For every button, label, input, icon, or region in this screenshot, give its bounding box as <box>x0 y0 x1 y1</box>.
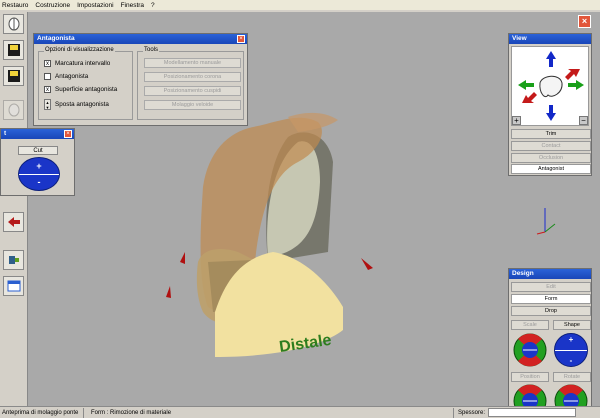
option-antagonista[interactable]: Antagonista <box>44 73 88 80</box>
zoom-in-button[interactable]: + <box>512 116 521 125</box>
position-dial[interactable] <box>513 384 547 408</box>
tooth-disabled-button[interactable] <box>3 100 24 120</box>
options-legend: Opzioni di visualizzazione <box>44 47 115 53</box>
contact-button[interactable]: Contact <box>511 141 591 151</box>
menu-help[interactable]: ? <box>151 2 155 9</box>
spin-control[interactable]: ▲ ▼ <box>44 99 51 110</box>
save-button[interactable] <box>3 66 24 86</box>
edit-button[interactable]: Edit <box>511 282 591 292</box>
antagonista-panel: Antagonista × Opzioni di visualizzazione… <box>33 33 248 126</box>
antagonista-close-button[interactable]: × <box>237 35 245 43</box>
design-panel-title: Design <box>509 269 591 279</box>
arrow-right-icon <box>568 80 584 90</box>
arrow-left-icon <box>7 217 20 227</box>
design-panel: Design Edit Form Drop Scale Shape + - Po… <box>508 268 592 408</box>
scanner-icon <box>8 256 19 264</box>
antagonista-title: Antagonista <box>34 34 247 44</box>
orientation-arrows <box>518 51 584 121</box>
trim-button[interactable]: Trim <box>511 129 591 139</box>
rotate-dial[interactable] <box>554 384 588 408</box>
shape-label: Shape <box>553 320 591 330</box>
option-superficie[interactable]: x Superficie antagonista <box>44 86 117 93</box>
tooth-icon <box>8 17 19 31</box>
move-antagonista[interactable]: ▲ ▼ Sposta antagonista <box>44 99 109 110</box>
tooth-view-icon <box>539 75 563 98</box>
menu-impostazioni[interactable]: Impostazioni <box>77 2 114 9</box>
scale-dial[interactable] <box>513 333 547 367</box>
drop-button[interactable]: Drop <box>511 306 591 316</box>
option-label: Antagonista <box>55 73 89 80</box>
antagonist-button[interactable]: Antagonist <box>511 164 591 174</box>
main-close-button[interactable]: × <box>578 15 591 28</box>
arrow-left-icon <box>518 80 534 90</box>
axis-indicator <box>536 208 556 235</box>
view-panel: View + − Trim Contact Occlusion Antagoni… <box>508 33 592 176</box>
position-label: Position <box>511 372 549 382</box>
cut-close-button[interactable]: × <box>64 130 72 138</box>
tool-molaggio[interactable]: Molaggio veloide <box>144 100 241 110</box>
option-marcatura[interactable]: x Marcatura intervallo <box>44 60 110 67</box>
status-bar: Anteprima di molaggio ponte Form : Rimoz… <box>0 406 600 418</box>
cut-plus[interactable]: + <box>19 161 59 171</box>
arrow-down-icon <box>546 105 556 121</box>
cut-dial[interactable]: + - <box>18 157 60 191</box>
menu-bar: Restauro Costruzione Impostazioni Finest… <box>0 0 600 10</box>
back-button[interactable] <box>3 212 24 232</box>
cut-panel: t × Cut + - <box>0 128 75 196</box>
scan-tool-button[interactable] <box>3 250 24 270</box>
floppy-tooth-icon <box>7 44 20 56</box>
tool-modellamento[interactable]: Modellamento manuale <box>144 58 241 68</box>
status-left: Anteprima di molaggio ponte <box>0 407 84 418</box>
window-icon <box>7 280 20 292</box>
options-group: Opzioni di visualizzazione x Marcatura i… <box>38 47 133 120</box>
tooth-tool-button[interactable] <box>3 14 24 34</box>
export-tool-button[interactable] <box>3 276 24 296</box>
arrow-diag-right-icon <box>565 69 580 80</box>
move-label: Sposta antagonista <box>55 101 109 108</box>
cut-minus[interactable]: - <box>19 177 59 187</box>
shape-minus[interactable]: - <box>555 356 587 365</box>
view-orientation-widget[interactable] <box>511 46 589 126</box>
occlusion-button[interactable]: Occlusion <box>511 153 591 163</box>
view-panel-title: View <box>509 34 591 44</box>
tools-legend: Tools <box>143 47 160 53</box>
option-label: Superficie antagonista <box>55 86 118 93</box>
status-mid: Form : Rimozione di materiale <box>84 407 454 418</box>
save-tooth-button[interactable] <box>3 40 24 60</box>
scale-label: Scale <box>511 320 549 330</box>
menu-restauro[interactable]: Restauro <box>2 2 28 9</box>
zoom-out-button[interactable]: − <box>579 116 588 125</box>
shape-dial[interactable]: + - <box>554 333 588 367</box>
checkbox[interactable]: x <box>44 86 51 93</box>
rotate-label: Rotate <box>553 372 591 382</box>
checkbox[interactable]: x <box>44 60 51 67</box>
tooth-outline-icon <box>8 103 19 117</box>
arrow-up-icon <box>546 51 556 67</box>
option-label: Marcatura intervallo <box>55 60 111 67</box>
form-button[interactable]: Form <box>511 294 591 304</box>
arrow-diag-left-icon <box>522 92 537 103</box>
tool-posizionamento-corona[interactable]: Posizionamento corona <box>144 72 241 82</box>
floppy-icon <box>7 70 20 82</box>
tool-posizionamento-cuspidi[interactable]: Posizionamento cuspidi <box>144 86 241 96</box>
shape-plus[interactable]: + <box>555 335 587 344</box>
left-toolbar <box>0 12 28 406</box>
tools-group: Tools Modellamento manuale Posizionament… <box>137 47 244 120</box>
menu-costruzione[interactable]: Costruzione <box>35 2 70 9</box>
menu-finestra[interactable]: Finestra <box>121 2 144 9</box>
spessore-field <box>488 408 577 417</box>
status-right-label: Spessore: <box>458 409 486 416</box>
cut-label: Cut <box>18 146 58 155</box>
checkbox[interactable] <box>44 73 51 80</box>
